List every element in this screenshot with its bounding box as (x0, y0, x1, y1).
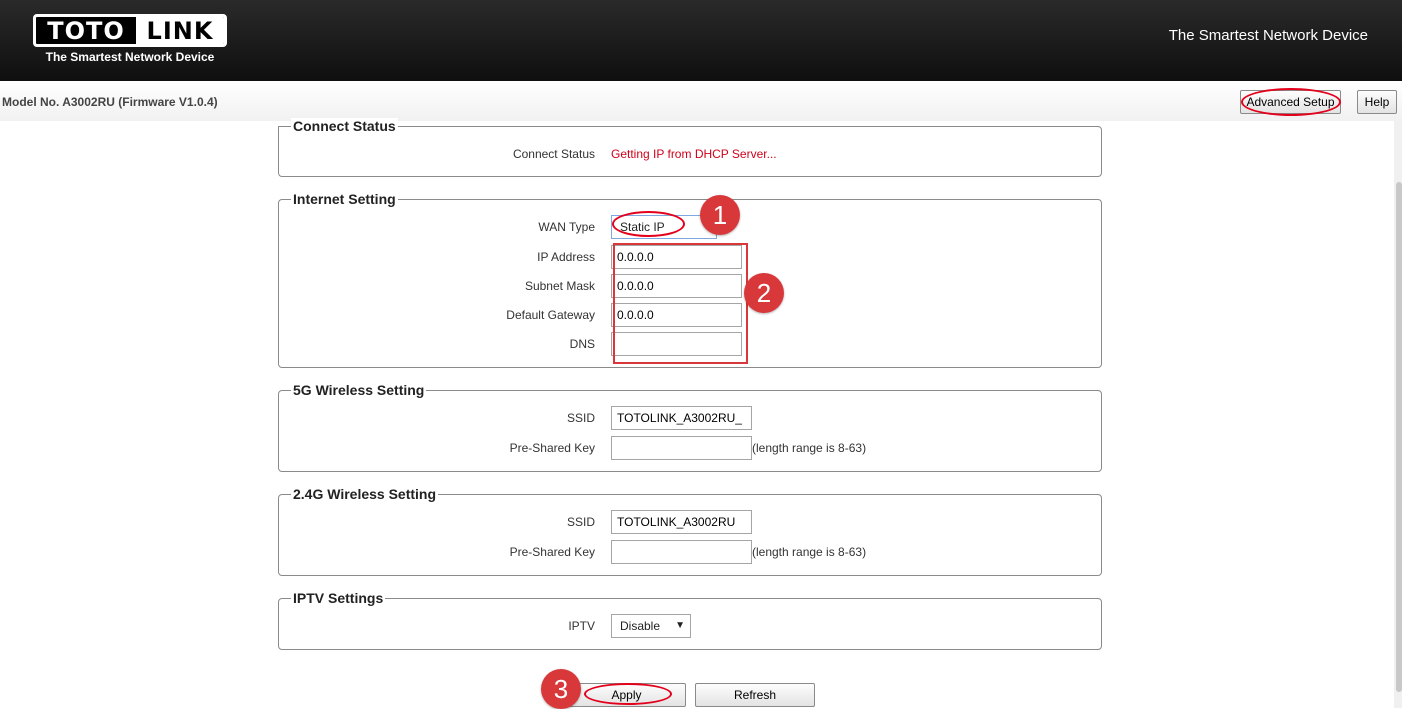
help-button[interactable]: Help (1357, 90, 1397, 114)
section-legend: Internet Setting (291, 191, 398, 207)
wireless-24g-section: 2.4G Wireless Setting SSID Pre-Shared Ke… (278, 486, 1102, 576)
connect-status-row: Connect Status Getting IP from DHCP Serv… (279, 142, 1101, 166)
iptv-select[interactable]: Disable ▼ (611, 614, 691, 638)
psk-5g-hint: (length range is 8-63) (752, 441, 867, 455)
connect-status-section: Connect Status Connect Status Getting IP… (278, 118, 1102, 177)
ssid-5g-row: SSID (279, 406, 1101, 430)
default-gateway-label: Default Gateway (506, 308, 595, 322)
subnet-mask-label: Subnet Mask (524, 279, 595, 293)
iptv-section: IPTV Settings IPTV Disable ▼ (278, 590, 1102, 650)
iptv-label: IPTV (568, 619, 595, 633)
section-legend: 2.4G Wireless Setting (291, 486, 439, 502)
psk-5g-label: Pre-Shared Key (509, 441, 595, 455)
annotation-box-ip-fields (613, 243, 748, 364)
ssid-24g-label: SSID (566, 515, 595, 529)
model-bar: Model No. A3002RU (Firmware V1.0.4) (0, 81, 1402, 121)
section-legend: 5G Wireless Setting (291, 382, 427, 398)
wan-type-row: WAN Type Static IP (279, 215, 1101, 239)
wireless-5g-section: 5G Wireless Setting SSID Pre-Shared Key … (278, 382, 1102, 472)
section-legend: Connect Status (291, 118, 398, 134)
section-legend: IPTV Settings (291, 590, 386, 606)
psk-5g-row: Pre-Shared Key (length range is 8-63) (279, 436, 1101, 460)
scrollbar-thumb[interactable] (1396, 182, 1402, 692)
psk-24g-hint: (length range is 8-63) (752, 545, 867, 559)
ssid-5g-input[interactable] (611, 406, 752, 430)
header-slogan: The Smartest Network Device (1168, 27, 1368, 44)
annotation-ellipse-apply (584, 683, 672, 705)
totolink-logo: TOTO LINK (33, 14, 227, 47)
dns-label: DNS (569, 337, 595, 351)
connect-status-value: Getting IP from DHCP Server... (611, 147, 777, 161)
ssid-24g-row: SSID (279, 510, 1101, 534)
chevron-down-icon: ▼ (675, 620, 685, 631)
ssid-24g-input[interactable] (611, 510, 752, 534)
ssid-5g-label: SSID (566, 411, 595, 425)
psk-24g-row: Pre-Shared Key (length range is 8-63) (279, 540, 1101, 564)
annotation-badge-1: 1 (700, 195, 740, 235)
logo-text-right: LINK (136, 17, 224, 44)
annotation-ellipse-wan-type (612, 211, 685, 237)
psk-24g-input[interactable] (611, 540, 752, 564)
logo-text-left: TOTO (47, 17, 125, 45)
refresh-button[interactable]: Refresh (695, 683, 815, 707)
annotation-badge-3: 3 (541, 669, 581, 709)
wan-type-label: WAN Type (538, 220, 595, 234)
iptv-row: IPTV Disable ▼ (279, 614, 1101, 638)
psk-5g-input[interactable] (611, 436, 752, 460)
logo-tagline: The Smartest Network Device (45, 50, 215, 64)
model-info: Model No. A3002RU (Firmware V1.0.4) (2, 95, 218, 109)
top-header: TOTO LINK The Smartest Network Device Th… (0, 0, 1402, 81)
annotation-badge-2: 2 (744, 273, 784, 313)
iptv-value: Disable (620, 619, 661, 633)
annotation-ellipse-advanced (1241, 88, 1341, 116)
connect-status-label: Connect Status (512, 147, 595, 161)
psk-24g-label: Pre-Shared Key (509, 545, 595, 559)
ip-address-label: IP Address (537, 250, 595, 264)
